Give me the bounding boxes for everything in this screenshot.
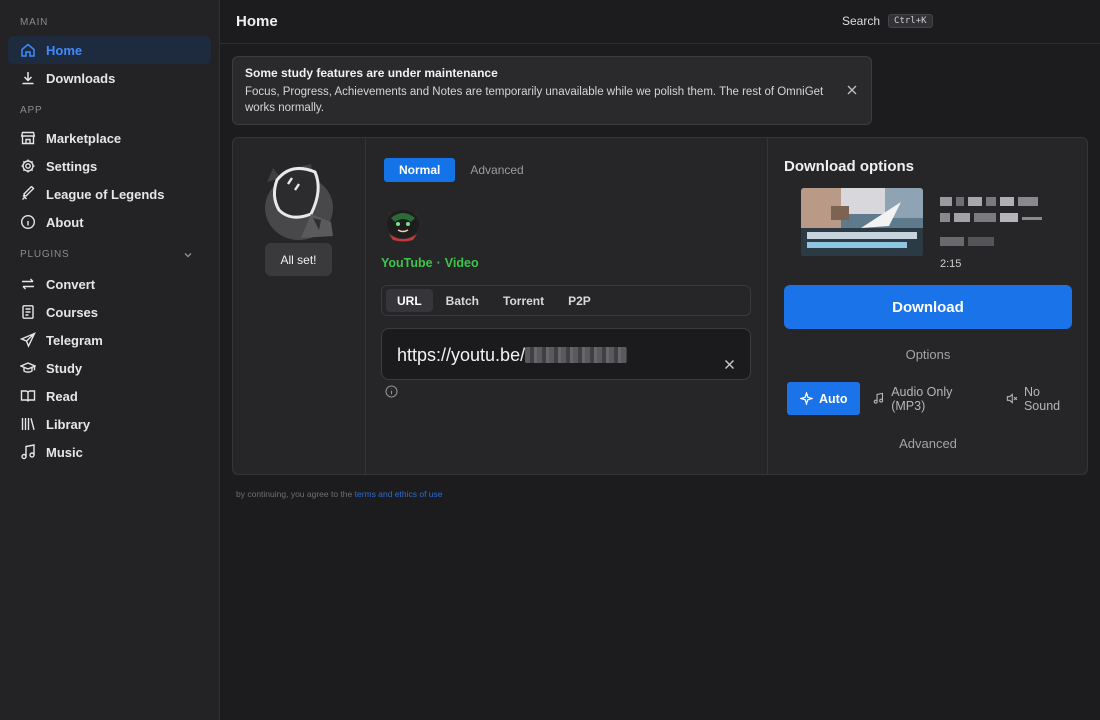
- sidebar-item-marketplace[interactable]: Marketplace: [8, 124, 211, 152]
- format-label: No Sound: [1023, 384, 1061, 413]
- downloader-card: All set! Normal Advanced YouTube · Video U…: [232, 137, 1088, 475]
- format-label: Auto: [819, 391, 848, 406]
- library-icon: [21, 418, 35, 430]
- source-mascot-icon: [383, 204, 423, 242]
- format-options: Auto Audio Only (MP3) No Sound: [787, 382, 1087, 415]
- gear-icon: [21, 159, 35, 173]
- status-badge: All set!: [265, 243, 332, 276]
- tab-torrent[interactable]: Torrent: [492, 289, 555, 312]
- sidebar-item-courses[interactable]: Courses: [8, 298, 211, 326]
- sidebar-item-label: Library: [46, 416, 91, 432]
- sidebar-item-music[interactable]: Music: [8, 438, 211, 466]
- sidebar-item-downloads[interactable]: Downloads: [8, 64, 211, 92]
- sidebar-item-label: Home: [46, 42, 83, 58]
- tab-batch[interactable]: Batch: [435, 289, 490, 312]
- chevron-down-icon[interactable]: [183, 250, 193, 260]
- section-label-app: APP: [20, 105, 43, 116]
- sidebar-item-label: Downloads: [46, 70, 116, 86]
- source-platform: YouTube: [381, 256, 433, 270]
- top-header: Home Search Ctrl+K: [220, 0, 1100, 44]
- advanced-options-toggle[interactable]: Advanced: [784, 436, 1072, 451]
- url-redacted-segment: [525, 347, 627, 363]
- section-label-main: MAIN: [20, 17, 49, 28]
- home-icon: [21, 43, 35, 57]
- tab-advanced[interactable]: Advanced: [455, 158, 538, 182]
- format-options-viewport: Auto Audio Only (MP3) No Sound: [767, 138, 1087, 474]
- sidebar-item-label: Courses: [46, 304, 99, 320]
- sidebar-item-telegram[interactable]: Telegram: [8, 326, 211, 354]
- maintenance-banner: Some study features are under maintenanc…: [232, 56, 872, 125]
- banner-text: Focus, Progress, Achievements and Notes …: [245, 86, 824, 114]
- sidebar-item-home[interactable]: Home: [8, 36, 211, 64]
- sidebar: MAIN Home Downloads APP Marketplace Sett…: [0, 0, 220, 720]
- sword-icon: [22, 186, 35, 200]
- sidebar-item-settings[interactable]: Settings: [8, 152, 211, 180]
- sidebar-item-read[interactable]: Read: [8, 382, 211, 410]
- sidebar-item-league-of-legends[interactable]: League of Legends: [8, 180, 211, 208]
- input-type-tabs: URL Batch Torrent P2P: [381, 285, 751, 316]
- send-icon: [20, 332, 36, 348]
- clear-icon[interactable]: [724, 359, 735, 370]
- music-note-icon: [874, 392, 884, 404]
- info-icon[interactable]: [385, 385, 398, 398]
- banner-title: Some study features are under maintenanc…: [245, 66, 498, 80]
- store-icon: [20, 131, 36, 145]
- document-icon: [22, 305, 34, 319]
- sidebar-item-label: Marketplace: [46, 130, 122, 146]
- sidebar-item-label: Settings: [46, 158, 98, 174]
- arrows-icon: [22, 278, 34, 290]
- book-icon: [20, 390, 36, 402]
- format-label: Audio Only (MP3): [891, 384, 953, 413]
- download-icon: [22, 72, 34, 85]
- sidebar-item-label: Convert: [46, 276, 96, 292]
- sparkle-icon: [800, 392, 813, 405]
- terms-link[interactable]: terms and ethics of use: [355, 489, 443, 499]
- mute-icon: [1007, 393, 1018, 404]
- plugins-section-header[interactable]: PLUGINS: [0, 248, 219, 262]
- mascot-avatar: [261, 160, 337, 240]
- close-icon[interactable]: [845, 83, 859, 97]
- sidebar-item-study[interactable]: Study: [8, 354, 211, 382]
- sidebar-item-label: Telegram: [46, 332, 103, 348]
- info-icon: [20, 214, 36, 230]
- page-title: Home: [236, 13, 278, 30]
- terms-prefix: by continuing, you agree to the: [236, 489, 355, 499]
- format-auto-button[interactable]: Auto: [787, 382, 861, 415]
- source-label: YouTube · Video: [381, 256, 479, 270]
- sidebar-item-label: League of Legends: [46, 186, 165, 202]
- format-audio-only-button[interactable]: Audio Only (MP3): [860, 382, 993, 415]
- tab-p2p[interactable]: P2P: [557, 289, 602, 312]
- sidebar-item-library[interactable]: Library: [8, 410, 211, 438]
- search-button[interactable]: Search Ctrl+K: [842, 14, 933, 28]
- sidebar-item-label: About: [46, 214, 84, 230]
- format-no-sound-button[interactable]: No Sound: [993, 382, 1087, 415]
- url-input-container: [381, 328, 751, 380]
- search-shortcut-badge: Ctrl+K: [888, 14, 933, 28]
- sidebar-item-label: Read: [46, 388, 78, 404]
- search-label: Search: [842, 14, 881, 28]
- column-divider: [365, 138, 366, 474]
- source-separator: ·: [436, 256, 441, 270]
- tab-url[interactable]: URL: [386, 289, 433, 312]
- sidebar-item-label: Study: [46, 360, 83, 376]
- sidebar-item-about[interactable]: About: [8, 208, 211, 236]
- music-note-icon: [21, 444, 35, 460]
- section-label-plugins: PLUGINS: [20, 249, 70, 260]
- graduation-cap-icon: [20, 362, 36, 373]
- sidebar-item-label: Music: [46, 444, 83, 460]
- mode-tabs: Normal Advanced: [384, 158, 539, 182]
- terms-notice: by continuing, you agree to the terms an…: [236, 489, 443, 499]
- tab-normal[interactable]: Normal: [384, 158, 456, 182]
- sidebar-item-convert[interactable]: Convert: [8, 270, 211, 298]
- source-kind: Video: [444, 256, 479, 270]
